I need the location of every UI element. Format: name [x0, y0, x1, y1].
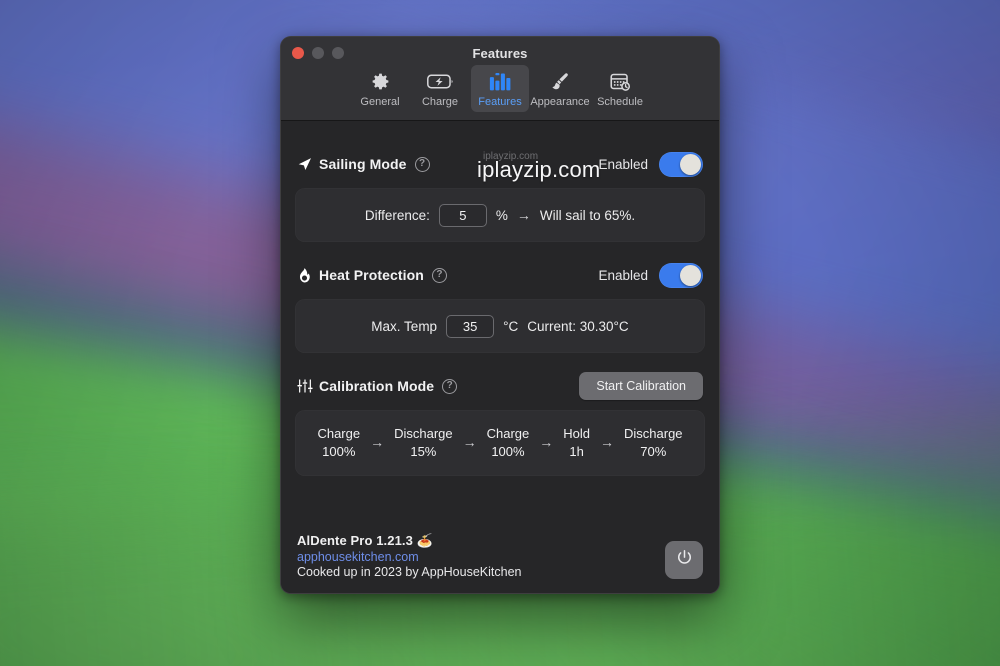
toggle-knob: [680, 153, 701, 175]
sailing-mode-toggle-label: Enabled: [598, 156, 648, 172]
sailing-mode-toggle[interactable]: [659, 151, 703, 177]
step-arrow-icon: →: [539, 434, 554, 450]
heat-protection-title: Heat Protection: [319, 267, 424, 283]
window-titlebar: Features General Charge Features Appeara…: [281, 37, 719, 121]
footer-info: AlDente Pro 1.21.3 🍝 apphousekitchen.com…: [297, 533, 521, 579]
section-sailing-mode: Sailing Mode ? Enabled Difference: 5 % →…: [295, 149, 705, 242]
tab-appearance-label: Appearance: [530, 96, 590, 108]
calibration-step: Hold 1h: [563, 425, 590, 460]
section-calibration-mode: Calibration Mode ? Start Calibration Cha…: [295, 371, 705, 476]
step-name: Discharge: [624, 426, 683, 442]
step-value: 1h: [569, 444, 584, 459]
sailing-mode-help-icon[interactable]: ?: [414, 156, 430, 172]
step-value: 100%: [322, 444, 356, 459]
app-version-line: AlDente Pro 1.21.3 🍝: [297, 533, 521, 549]
heat-protection-help-icon[interactable]: ?: [431, 267, 447, 283]
app-name: AlDente Pro 1.21.3: [297, 533, 413, 548]
difference-unit: %: [495, 207, 508, 223]
difference-input[interactable]: 5: [438, 203, 487, 227]
step-value: 100%: [491, 444, 525, 459]
tab-schedule-label: Schedule: [597, 96, 643, 108]
difference-label: Difference:: [364, 207, 430, 223]
heat-protection-toggle-label: Enabled: [598, 267, 648, 283]
sail-result-text: Will sail to 65%.: [539, 207, 636, 223]
paper-plane-icon: [297, 156, 319, 172]
max-temp-label: Max. Temp: [371, 318, 438, 334]
power-button[interactable]: [665, 541, 703, 579]
step-arrow-icon: →: [462, 434, 477, 450]
flame-thermometer-icon: [297, 267, 319, 284]
calibration-mode-title: Calibration Mode: [319, 378, 435, 394]
sliders-icon: [297, 378, 319, 394]
step-name: Discharge: [394, 426, 453, 442]
tab-appearance[interactable]: Appearance: [530, 65, 590, 112]
calibration-steps-panel: Charge 100% → Discharge 15% → Charge 100…: [295, 410, 705, 476]
arrow-icon: →: [516, 207, 531, 223]
calibration-step: Charge 100%: [487, 425, 530, 460]
sailing-mode-panel: Difference: 5 % → Will sail to 65%.: [295, 188, 705, 242]
paintbrush-icon: [549, 70, 571, 93]
current-temp-text: Current: 30.30°C: [527, 318, 629, 334]
step-value: 15%: [410, 444, 437, 459]
tab-general[interactable]: General: [351, 65, 409, 112]
calibration-mode-header: Calibration Mode ? Start Calibration: [295, 371, 705, 401]
credit-text: Cooked up in 2023 by AppHouseKitchen: [297, 565, 522, 579]
battery-bolt-icon: [426, 70, 454, 93]
calibration-steps: Charge 100% → Discharge 15% → Charge 100…: [317, 425, 682, 460]
pasta-emoji: 🍝: [416, 533, 433, 548]
calibration-step: Charge 100%: [317, 425, 360, 460]
toggle-knob: [680, 264, 701, 286]
bar-chart-icon: [489, 70, 512, 93]
start-calibration-button[interactable]: Start Calibration: [579, 372, 703, 400]
section-heat-protection: Heat Protection ? Enabled Max. Temp 35 °…: [295, 260, 705, 353]
calibration-step: Discharge 70%: [624, 425, 683, 460]
window-body: Sailing Mode ? Enabled Difference: 5 % →…: [281, 121, 719, 593]
calibration-step: Discharge 15%: [394, 425, 453, 460]
tab-features[interactable]: Features: [471, 65, 529, 113]
calendar-clock-icon: [609, 70, 631, 93]
website-link[interactable]: apphousekitchen.com: [297, 550, 521, 564]
sailing-mode-header: Sailing Mode ? Enabled: [295, 149, 705, 179]
calibration-mode-help-icon[interactable]: ?: [442, 378, 458, 394]
tab-charge[interactable]: Charge: [411, 65, 469, 112]
step-name: Charge: [317, 426, 361, 442]
max-temp-unit: °C: [503, 318, 519, 334]
gear-icon: [370, 70, 391, 93]
aldente-window: Features General Charge Features Appeara…: [280, 36, 720, 594]
step-value: 70%: [640, 444, 667, 459]
step-name: Hold: [563, 426, 591, 442]
step-arrow-icon: →: [600, 434, 615, 450]
window-title: Features: [472, 46, 528, 61]
desktop: Features General Charge Features Appeara…: [0, 0, 1000, 666]
tab-general-label: General: [360, 96, 400, 108]
heat-protection-panel: Max. Temp 35 °C Current: 30.30°C: [295, 299, 705, 353]
tab-schedule[interactable]: Schedule: [591, 65, 649, 112]
max-temp-input[interactable]: 35: [446, 314, 495, 338]
power-icon: [675, 548, 694, 572]
step-arrow-icon: →: [370, 434, 385, 450]
heat-protection-toggle[interactable]: [659, 262, 703, 288]
tab-features-label: Features: [478, 96, 522, 108]
step-name: Charge: [486, 426, 530, 442]
window-footer: AlDente Pro 1.21.3 🍝 apphousekitchen.com…: [295, 527, 705, 593]
tab-charge-label: Charge: [421, 96, 459, 108]
toolbar-tabs: General Charge Features Appearance Sched…: [281, 65, 719, 121]
heat-protection-header: Heat Protection ? Enabled: [295, 260, 705, 290]
sailing-mode-title: Sailing Mode: [319, 156, 407, 172]
